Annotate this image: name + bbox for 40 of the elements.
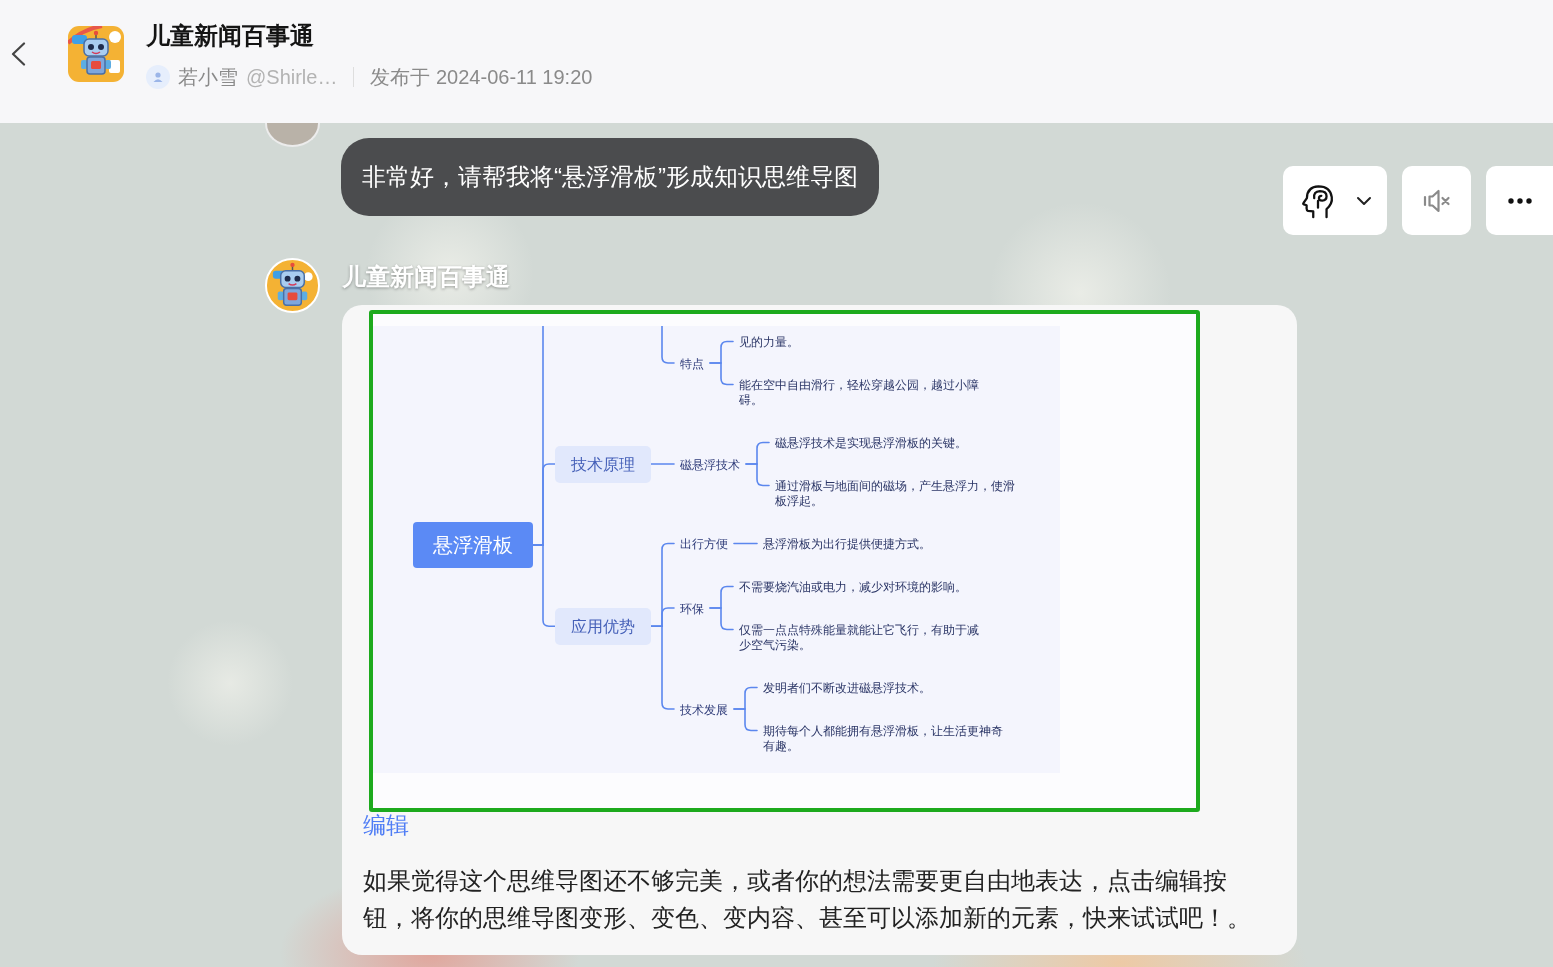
mind-map-note: 磁悬浮技术是实现悬浮滑板的关键。 <box>775 435 967 450</box>
mind-map-root: 悬浮滑板 <box>413 522 533 569</box>
connector-line <box>709 362 734 386</box>
mind-map-note: 能在空中自由滑行，轻松穿越公园，越过小障碍。 <box>739 377 980 407</box>
reply-text: 如果觉得这个思维导图还不够完美，或者你的想法需要更自由地表达，点击编辑按钮，将你的思维导图变形、变色、变内容、甚至可以添加新的元素，快来试试吧！。 <box>363 866 1252 933</box>
publish-date: 发布于 2024-06-11 19:20 <box>370 65 593 89</box>
connector-line <box>650 463 675 465</box>
mind-map-topic: 技术发展 <box>680 701 728 717</box>
mind-map-branch: 应用优势 <box>555 607 651 645</box>
person-icon <box>146 65 170 89</box>
mind-map-note: 不需要烧汽油或电力，减少对环境的影响。 <box>739 579 967 594</box>
connector-line <box>733 542 758 545</box>
author-handle: @Shirle… <box>246 65 338 89</box>
mind-map-topic: 磁悬浮技术 <box>680 456 740 472</box>
mind-map-topic: 环保 <box>680 600 704 616</box>
more-icon <box>1507 197 1532 204</box>
mind-map-branch: 技术原理 <box>555 445 651 483</box>
mind-map-note: 悬浮滑板为出行提供便捷方式。 <box>763 536 931 551</box>
persona-menu-button[interactable] <box>1283 166 1387 235</box>
mind-map-note: 期待每个人都能拥有悬浮滑板，让生活更神奇有趣。 <box>763 723 1004 753</box>
chevron-left-icon <box>10 42 26 66</box>
mute-button[interactable] <box>1402 166 1471 235</box>
mind-map-note: 发明者们不断改进磁悬浮技术。 <box>763 680 931 695</box>
mind-map-note: 通过滑板与地面间的磁场，产生悬浮力，使滑板浮起。 <box>775 478 1016 508</box>
chat-title: 儿童新闻百事通 <box>146 22 314 50</box>
mind-map-topic: 出行方便 <box>680 536 728 551</box>
robot-icon <box>265 258 320 313</box>
connector-line <box>661 326 675 364</box>
robot-icon <box>68 26 124 82</box>
connector-line <box>745 463 770 487</box>
edit-link[interactable]: 编辑 <box>363 812 409 838</box>
mind-map-topic: 特点 <box>680 355 704 371</box>
message-bubble: 非常好，请帮我将“悬浮滑板”形成知识思维导图 <box>341 138 879 216</box>
chevron-down-icon <box>1356 195 1372 206</box>
mind-map-note: 见的力量。 <box>739 334 799 349</box>
back-button[interactable] <box>10 42 26 66</box>
connector-line <box>733 708 758 732</box>
mind-map-note: 仅需一点点特殊能量就能让它飞行，有助于减少空气污染。 <box>739 622 980 652</box>
connector-line <box>709 607 734 631</box>
author-name: 若小雪 <box>178 65 238 89</box>
